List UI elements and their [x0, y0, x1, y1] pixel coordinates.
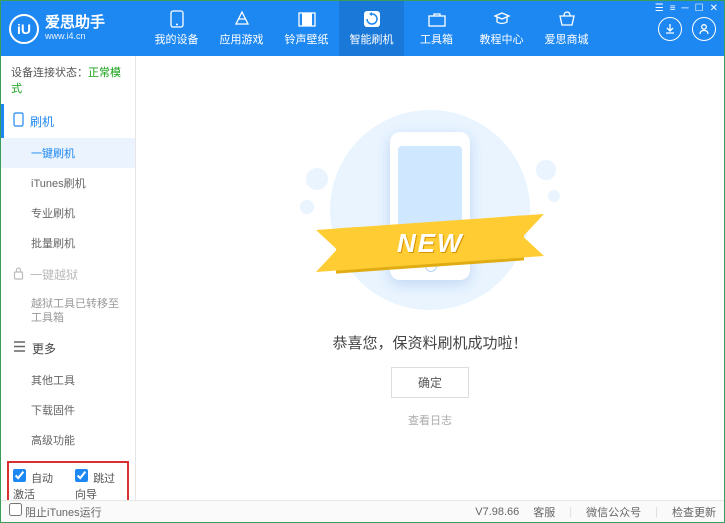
section-flash[interactable]: 刷机 [1, 104, 135, 138]
illustration: NEW [300, 128, 560, 308]
section-title: 一键越狱 [30, 266, 78, 283]
nav-toolbox[interactable]: 工具箱 [404, 1, 469, 56]
main-nav: 我的设备 应用游戏 铃声壁纸 智能刷机 工具箱 教程中心 [144, 1, 658, 56]
sidebar-item-pro[interactable]: 专业刷机 [1, 198, 135, 228]
more-icon [13, 341, 26, 355]
ribbon-text: NEW [397, 228, 464, 259]
toolbox-icon [427, 10, 447, 28]
service-link[interactable]: 客服 [533, 504, 555, 520]
skip-guide-checkbox[interactable]: 跳过向导 [75, 469, 123, 500]
nav-my-device[interactable]: 我的设备 [144, 1, 209, 56]
maximize-icon[interactable]: ☐ [695, 3, 704, 14]
top-right [658, 17, 716, 41]
status-bar: 阻止iTunes运行 V7.98.66 客服 | 微信公众号 | 检查更新 [1, 500, 724, 522]
minimize-icon[interactable]: ─ [682, 3, 689, 14]
sidebar-item-oneclick[interactable]: 一键刷机 [1, 138, 135, 168]
user-button[interactable] [692, 17, 716, 41]
nav-label: 我的设备 [155, 31, 199, 47]
view-log-link[interactable]: 查看日志 [408, 412, 452, 428]
sidebar-item-batch[interactable]: 批量刷机 [1, 228, 135, 258]
lock-icon [13, 267, 24, 283]
sidebar-item-firmware[interactable]: 下载固件 [1, 395, 135, 425]
ok-button[interactable]: 确定 [391, 367, 469, 398]
book-icon [492, 10, 512, 28]
nav-ringtones[interactable]: 铃声壁纸 [274, 1, 339, 56]
store-icon [557, 10, 577, 28]
nav-label: 教程中心 [480, 31, 524, 47]
logo: iU 爱思助手 www.i4.cn [9, 14, 144, 44]
refresh-icon [362, 10, 382, 28]
app-name: 爱思助手 [45, 15, 105, 32]
wallpaper-icon [297, 10, 317, 28]
main-panel: NEW 恭喜您，保资料刷机成功啦！ 确定 查看日志 [136, 56, 724, 500]
sidebar: 设备连接状态：正常模式 刷机 一键刷机 iTunes刷机 专业刷机 批量刷机 一… [1, 56, 136, 500]
sidebar-item-other[interactable]: 其他工具 [1, 365, 135, 395]
app-url: www.i4.cn [45, 32, 105, 42]
window-controls: ☰ ≡ ─ ☐ ✕ [655, 3, 718, 14]
section-title: 更多 [32, 340, 56, 357]
connection-status: 设备连接状态：正常模式 [1, 56, 135, 104]
download-button[interactable] [658, 17, 682, 41]
top-bar: iU 爱思助手 www.i4.cn 我的设备 应用游戏 铃声壁纸 智能刷机 [1, 1, 724, 56]
nav-store[interactable]: 爱思商城 [534, 1, 599, 56]
update-link[interactable]: 检查更新 [672, 504, 716, 520]
wechat-link[interactable]: 微信公众号 [586, 504, 641, 520]
version: V7.98.66 [475, 506, 519, 518]
status-label: 设备连接状态： [11, 67, 88, 79]
body: 设备连接状态：正常模式 刷机 一键刷机 iTunes刷机 专业刷机 批量刷机 一… [1, 56, 724, 500]
nav-label: 应用游戏 [220, 31, 264, 47]
jailbreak-note: 越狱工具已转移至工具箱 [1, 291, 135, 332]
phone-icon [167, 10, 187, 28]
nav-label: 铃声壁纸 [285, 31, 329, 47]
menu-icon[interactable]: ☰ [655, 3, 664, 14]
section-more[interactable]: 更多 [1, 332, 135, 365]
nav-apps[interactable]: 应用游戏 [209, 1, 274, 56]
section-title: 刷机 [30, 113, 54, 130]
options-box: 自动激活 跳过向导 [7, 461, 129, 500]
section-jailbreak: 一键越狱 [1, 258, 135, 291]
auto-activate-checkbox[interactable]: 自动激活 [13, 469, 61, 500]
nav-label: 智能刷机 [350, 31, 394, 47]
apps-icon [232, 10, 252, 28]
logo-icon: iU [9, 14, 39, 44]
nav-label: 爱思商城 [545, 31, 589, 47]
sidebar-item-itunes[interactable]: iTunes刷机 [1, 168, 135, 198]
app-window: ☰ ≡ ─ ☐ ✕ iU 爱思助手 www.i4.cn 我的设备 应用游戏 铃声 [0, 0, 725, 523]
block-itunes-checkbox[interactable]: 阻止iTunes运行 [9, 503, 102, 520]
success-message: 恭喜您，保资料刷机成功啦！ [332, 332, 527, 353]
nav-flash[interactable]: 智能刷机 [339, 1, 404, 56]
close-icon[interactable]: ✕ [710, 3, 718, 14]
nav-tutorials[interactable]: 教程中心 [469, 1, 534, 56]
phone-small-icon [13, 112, 24, 130]
nav-label: 工具箱 [420, 31, 453, 47]
strip-icon[interactable]: ≡ [670, 3, 676, 14]
sidebar-item-advanced[interactable]: 高级功能 [1, 425, 135, 455]
